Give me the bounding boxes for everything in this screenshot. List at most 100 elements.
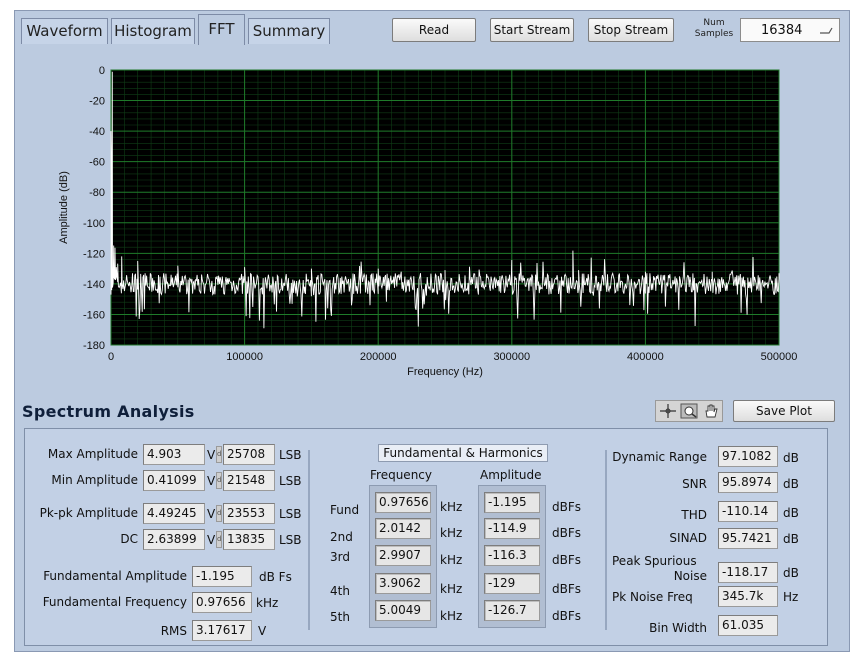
harmonic-frequency-unit: kHz (440, 582, 463, 596)
num-samples-value: 16384 (761, 23, 803, 38)
cursor-crosshair-icon[interactable] (659, 403, 677, 419)
min-amplitude-pin: d (216, 472, 222, 489)
tab-summary[interactable]: Summary (248, 18, 330, 44)
bin-width-label: Bin Width (649, 621, 707, 635)
y-tick-label: -140 (83, 279, 105, 291)
sinad-value: 95.7421 (718, 528, 778, 549)
pk-noise-freq-value: 345.7k (718, 586, 778, 607)
y-tick-label: -40 (89, 126, 105, 138)
pk-noise-freq-unit: Hz (783, 590, 799, 604)
harmonic-frequency-value: 3.9062 (375, 573, 431, 594)
sinad-unit: dB (783, 532, 799, 546)
snr-value: 95.8974 (718, 472, 778, 493)
graph-palette (655, 400, 723, 422)
rms-label: RMS (160, 624, 187, 638)
fundamental-amplitude-unit: dB Fs (259, 570, 292, 584)
x-axis-label: Frequency (Hz) (407, 366, 483, 378)
dc-pin: d (216, 531, 222, 548)
num-samples-label-line2: Samples (694, 29, 734, 39)
fundamental-frequency-unit: kHz (256, 596, 279, 610)
harmonics-title: Fundamental & Harmonics (378, 444, 548, 462)
harmonic-row-label: 5th (330, 610, 350, 624)
max-amplitude-pin: d (216, 446, 222, 463)
y-tick-label: -80 (89, 187, 105, 199)
harmonic-frequency-unit: kHz (440, 609, 463, 623)
harmonic-amplitude-value: -126.7 (484, 600, 540, 621)
pk-pk-amplitude-value: 4.49245 (143, 503, 205, 524)
dc-lsb-unit: LSB (279, 533, 302, 547)
dropdown-arrow-icon[interactable] (819, 25, 835, 37)
harmonic-row-label: 2nd (330, 530, 353, 544)
num-samples-label-line1: Num (703, 18, 725, 28)
x-tick-label: 0 (108, 351, 114, 363)
harmonic-frequency-value: 0.97656 (375, 492, 431, 513)
divider-left (308, 450, 310, 630)
stop-stream-button[interactable]: Stop Stream (588, 18, 674, 42)
pk-pk-amplitude-pin: d (216, 505, 222, 522)
dc-unit: V (207, 533, 216, 547)
zoom-icon[interactable] (680, 403, 698, 419)
harmonic-frequency-unit: kHz (440, 500, 463, 514)
dynamic-range-unit: dB (783, 451, 799, 465)
max-amplitude-value: 4.903 (143, 444, 205, 465)
num-samples-label: Num Samples (690, 18, 738, 40)
snr-label: SNR (682, 477, 707, 491)
harmonic-amplitude-unit: dBFs (552, 553, 582, 567)
x-tick-label: 100000 (226, 351, 263, 363)
y-tick-label: 0 (99, 65, 105, 77)
harmonic-amplitude-value: -116.3 (484, 545, 540, 566)
y-tick-label: -20 (89, 96, 105, 108)
harmonics-frequency-header: Frequency (370, 468, 432, 482)
harmonics-amplitude-header: Amplitude (480, 468, 542, 482)
pk-pk-amplitude-lsb-unit: LSB (279, 507, 302, 521)
min-amplitude-lsb: 21548 (223, 470, 275, 491)
dc-value: 2.63899 (143, 529, 205, 550)
y-tick-label: -120 (83, 248, 105, 260)
dc-label: DC (120, 532, 138, 546)
x-tick-label: 500000 (761, 351, 798, 363)
harmonic-frequency-unit: kHz (440, 553, 463, 567)
fft-chart[interactable]: 0 100000 200000 300000 400000 500000 0 -20 -40 -6… (20, 54, 840, 394)
harmonic-amplitude-unit: dBFs (552, 526, 582, 540)
snr-unit: dB (783, 477, 799, 491)
harmonic-row-label: Fund (330, 503, 360, 517)
x-tick-label: 300000 (493, 351, 530, 363)
max-amplitude-lsb: 25708 (223, 444, 275, 465)
harmonic-amplitude-unit: dBFs (552, 582, 582, 596)
fundamental-frequency-label: Fundamental Frequency (42, 595, 187, 609)
fundamental-amplitude-label: Fundamental Amplitude (43, 569, 187, 583)
pk-pk-amplitude-unit: V (207, 507, 216, 521)
harmonic-amplitude-value: -114.9 (484, 518, 540, 539)
read-button[interactable]: Read (392, 18, 476, 42)
harmonic-frequency-value: 5.0049 (375, 600, 431, 621)
rms-unit: V (258, 624, 267, 638)
min-amplitude-label: Min Amplitude (51, 473, 138, 487)
dynamic-range-label: Dynamic Range (612, 450, 707, 464)
max-amplitude-label: Max Amplitude (47, 447, 138, 461)
tab-waveform[interactable]: Waveform (21, 18, 108, 44)
hand-icon[interactable] (702, 403, 720, 419)
max-amplitude-unit: V (207, 448, 216, 462)
tab-fft[interactable]: FFT (198, 14, 245, 45)
num-samples-field[interactable]: 16384 (740, 18, 840, 42)
start-stream-button[interactable]: Start Stream (490, 18, 574, 42)
harmonic-amplitude-value: -129 (484, 573, 540, 594)
harmonic-frequency-value: 2.9907 (375, 545, 431, 566)
min-amplitude-value: 0.41099 (143, 470, 205, 491)
peak-spurious-label-line1: Peak Spurious (612, 554, 697, 568)
tab-histogram[interactable]: Histogram (111, 18, 195, 44)
sinad-label: SINAD (669, 531, 707, 545)
divider-right (605, 450, 607, 630)
thd-value: -110.14 (718, 501, 778, 522)
dc-lsb: 13835 (223, 529, 275, 550)
harmonic-frequency-unit: kHz (440, 526, 463, 540)
save-plot-button[interactable]: Save Plot (733, 400, 835, 422)
harmonic-frequency-value: 2.0142 (375, 518, 431, 539)
pk-noise-freq-label: Pk Noise Freq (612, 590, 693, 604)
y-tick-label: -180 (83, 340, 105, 352)
x-tick-label: 200000 (360, 351, 397, 363)
peak-spurious-value: -118.17 (718, 562, 778, 583)
spectrum-analysis-title: Spectrum Analysis (22, 402, 195, 421)
rms-value: 3.17617 (192, 620, 252, 641)
min-amplitude-lsb-unit: LSB (279, 474, 302, 488)
